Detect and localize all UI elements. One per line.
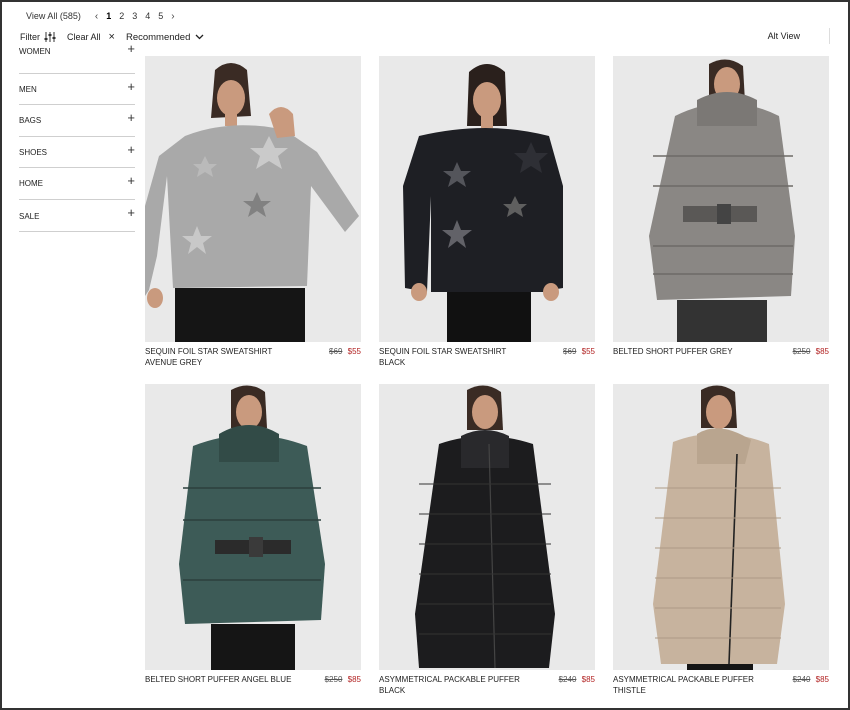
- category-sidebar: WOMEN + MEN + BAGS + SHOES + HOME + SALE…: [19, 42, 135, 232]
- product-info: ASYMMETRICAL PACKABLE PUFFER THISTLE $24…: [613, 674, 829, 698]
- product-image[interactable]: [613, 384, 829, 670]
- product-image[interactable]: [145, 56, 361, 342]
- original-price: $240: [558, 675, 577, 684]
- category-shoes[interactable]: SHOES +: [19, 137, 135, 169]
- category-label: HOME: [19, 179, 43, 189]
- plus-icon[interactable]: +: [127, 42, 135, 56]
- product-info: BELTED SHORT PUFFER GREY $250 $85: [613, 346, 829, 370]
- category-label: WOMEN: [19, 47, 51, 56]
- product-name[interactable]: ASYMMETRICAL PACKABLE PUFFER THISTLE: [613, 674, 763, 696]
- product-name[interactable]: BELTED SHORT PUFFER GREY: [613, 346, 763, 357]
- divider: [829, 28, 830, 44]
- category-bags[interactable]: BAGS +: [19, 105, 135, 137]
- plus-icon[interactable]: +: [127, 79, 135, 94]
- sort-label: Recommended: [125, 31, 191, 43]
- price-group: $240 $85: [559, 674, 595, 685]
- page-1-link[interactable]: 1: [106, 11, 111, 21]
- product-card[interactable]: ASYMMETRICAL PACKABLE PUFFER BLACK $240 …: [379, 384, 595, 698]
- filter-button[interactable]: Filter: [20, 32, 56, 42]
- product-info: BELTED SHORT PUFFER ANGEL BLUE $250 $85: [145, 674, 361, 698]
- page-2-link[interactable]: 2: [119, 11, 124, 21]
- sale-price: $85: [815, 675, 829, 684]
- product-name[interactable]: ASYMMETRICAL PACKABLE PUFFER BLACK: [379, 674, 529, 696]
- price-group: $240 $85: [793, 674, 829, 685]
- filter-label: Filter: [20, 32, 40, 42]
- clear-all-label: Clear All: [67, 32, 101, 42]
- original-price: $69: [563, 347, 577, 356]
- sale-price: $85: [581, 675, 595, 684]
- price-group: $69 $55: [329, 346, 361, 357]
- model-puffer-thistle-image: [613, 384, 829, 670]
- sliders-icon: [44, 32, 56, 42]
- plus-icon[interactable]: +: [127, 174, 135, 188]
- original-price: $240: [792, 675, 811, 684]
- view-all-link[interactable]: View All (585): [26, 11, 81, 21]
- product-name[interactable]: SEQUIN FOIL STAR SWEATSHIRT BLACK: [379, 346, 529, 368]
- next-page-icon[interactable]: ›: [171, 11, 174, 22]
- category-label: BAGS: [19, 116, 42, 126]
- pagination: ‹ 1 2 3 4 5 ›: [95, 11, 175, 22]
- model-sweatshirt-black-image: [379, 56, 595, 342]
- sort-dropdown[interactable]: Recommended: [126, 32, 204, 43]
- product-card[interactable]: BELTED SHORT PUFFER GREY $250 $85: [613, 56, 829, 370]
- category-sale[interactable]: SALE +: [19, 200, 135, 232]
- sale-price: $85: [347, 675, 361, 684]
- model-sweatshirt-grey-image: [145, 56, 361, 342]
- filter-bar: Filter Clear All × Recommended Alt View: [20, 28, 830, 44]
- alt-view-button[interactable]: Alt View: [768, 31, 800, 41]
- category-label: MEN: [19, 84, 37, 94]
- original-price: $250: [792, 347, 811, 356]
- plus-icon[interactable]: +: [127, 205, 135, 220]
- product-info: ASYMMETRICAL PACKABLE PUFFER BLACK $240 …: [379, 674, 595, 698]
- sale-price: $55: [347, 347, 361, 356]
- product-card[interactable]: BELTED SHORT PUFFER ANGEL BLUE $250 $85: [145, 384, 361, 698]
- product-info: SEQUIN FOIL STAR SWEATSHIRT AVENUE GREY …: [145, 346, 361, 370]
- sale-price: $85: [815, 347, 829, 356]
- pagination-bar: View All (585) ‹ 1 2 3 4 5 ›: [26, 9, 175, 23]
- price-group: $69 $55: [563, 346, 595, 357]
- category-label: SHOES: [19, 147, 48, 157]
- product-image[interactable]: [379, 384, 595, 670]
- category-label: SALE: [19, 211, 40, 221]
- product-info: SEQUIN FOIL STAR SWEATSHIRT BLACK $69 $5…: [379, 346, 595, 370]
- plus-icon[interactable]: +: [127, 142, 135, 157]
- sale-price: $55: [581, 347, 595, 356]
- product-card[interactable]: ASYMMETRICAL PACKABLE PUFFER THISTLE $24…: [613, 384, 829, 698]
- product-card[interactable]: SEQUIN FOIL STAR SWEATSHIRT AVENUE GREY …: [145, 56, 361, 370]
- product-image[interactable]: [145, 384, 361, 670]
- model-puffer-black-image: [379, 384, 595, 670]
- category-home[interactable]: HOME +: [19, 168, 135, 200]
- plus-icon[interactable]: +: [127, 111, 135, 125]
- page-3-link[interactable]: 3: [132, 11, 137, 21]
- product-name[interactable]: BELTED SHORT PUFFER ANGEL BLUE: [145, 674, 295, 685]
- product-card[interactable]: SEQUIN FOIL STAR SWEATSHIRT BLACK $69 $5…: [379, 56, 595, 370]
- page-5-link[interactable]: 5: [158, 11, 163, 21]
- category-women[interactable]: WOMEN +: [19, 42, 135, 74]
- page-4-link[interactable]: 4: [145, 11, 150, 21]
- product-image[interactable]: [379, 56, 595, 342]
- model-puffer-grey-image: [613, 56, 829, 342]
- original-price: $69: [329, 347, 343, 356]
- original-price: $250: [324, 675, 343, 684]
- model-puffer-blue-image: [145, 384, 361, 670]
- price-group: $250 $85: [793, 346, 829, 357]
- product-name[interactable]: SEQUIN FOIL STAR SWEATSHIRT AVENUE GREY: [145, 346, 295, 368]
- prev-page-icon[interactable]: ‹: [95, 11, 98, 22]
- category-men[interactable]: MEN +: [19, 74, 135, 106]
- chevron-down-icon: [195, 34, 204, 40]
- product-image[interactable]: [613, 56, 829, 342]
- price-group: $250 $85: [325, 674, 361, 685]
